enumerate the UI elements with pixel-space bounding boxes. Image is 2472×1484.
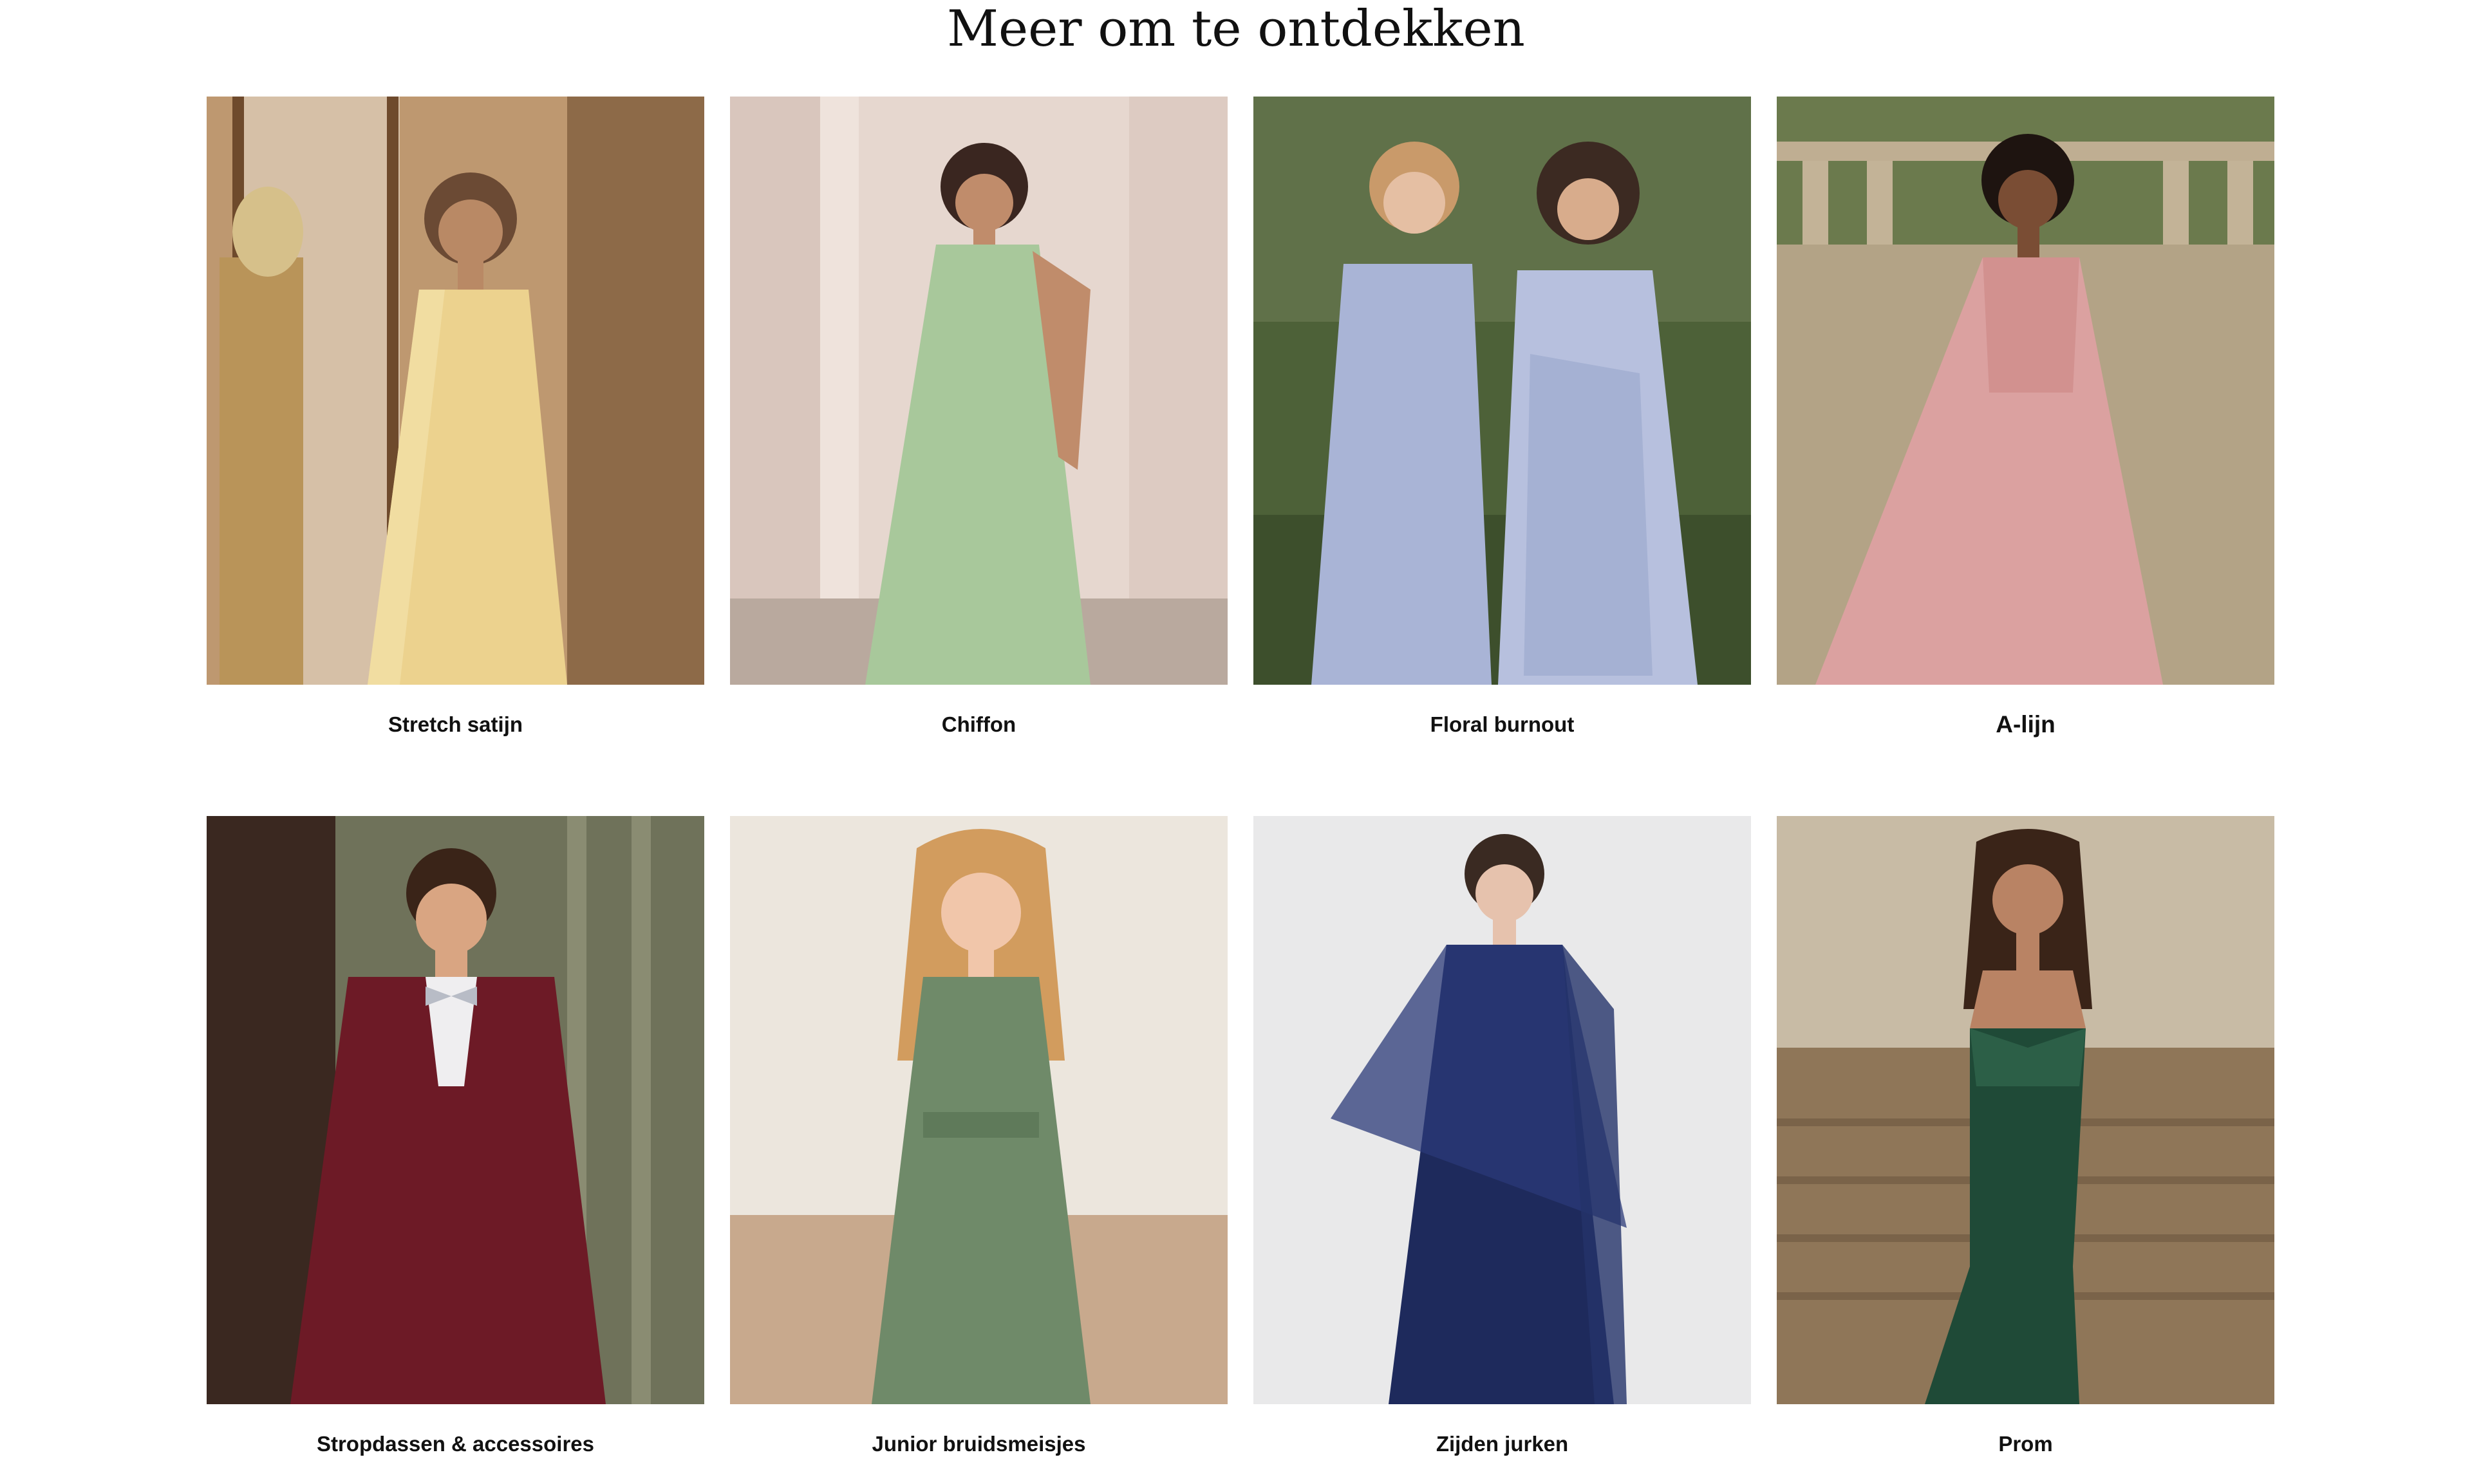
category-grid: Stretch satijn Chiffon Floral burnout A-…	[207, 97, 2274, 1484]
photo-placeholder	[730, 97, 1228, 685]
category-label[interactable]: Zijden jurken	[1253, 1404, 1751, 1484]
category-image-chiffon[interactable]	[730, 97, 1228, 685]
category-label[interactable]: Chiffon	[730, 685, 1228, 765]
category-label[interactable]: Stropdassen & accessoires	[207, 1404, 704, 1484]
category-image-floral-burnout[interactable]	[1253, 97, 1751, 685]
section-title: Meer om te ontdekken	[947, 0, 1525, 58]
category-tile-prom[interactable]: Prom	[1777, 816, 2274, 1484]
category-tile-stretch-satijn[interactable]: Stretch satijn	[207, 97, 704, 765]
photo-placeholder	[1777, 816, 2274, 1404]
photo-placeholder	[730, 816, 1228, 1404]
category-tile-zijden-jurken[interactable]: Zijden jurken	[1253, 816, 1751, 1484]
category-label[interactable]: Prom	[1777, 1404, 2274, 1484]
category-image-a-lijn[interactable]	[1777, 97, 2274, 685]
category-label[interactable]: Stretch satijn	[207, 685, 704, 765]
category-image-stropdassen-accessoires[interactable]	[207, 816, 704, 1404]
photo-placeholder	[1777, 97, 2274, 685]
category-image-stretch-satijn[interactable]	[207, 97, 704, 685]
photo-placeholder	[207, 816, 704, 1404]
category-image-junior-bruidsmeisjes[interactable]	[730, 816, 1228, 1404]
category-tile-chiffon[interactable]: Chiffon	[730, 97, 1228, 765]
category-label[interactable]: Junior bruidsmeisjes	[730, 1404, 1228, 1484]
photo-placeholder	[1253, 97, 1751, 685]
category-image-prom[interactable]	[1777, 816, 2274, 1404]
category-image-zijden-jurken[interactable]	[1253, 816, 1751, 1404]
photo-placeholder	[207, 97, 704, 685]
category-tile-stropdassen-accessoires[interactable]: Stropdassen & accessoires	[207, 816, 704, 1484]
category-tile-a-lijn[interactable]: A-lijn	[1777, 97, 2274, 765]
photo-placeholder	[1253, 816, 1751, 1404]
category-tile-junior-bruidsmeisjes[interactable]: Junior bruidsmeisjes	[730, 816, 1228, 1484]
category-tile-floral-burnout[interactable]: Floral burnout	[1253, 97, 1751, 765]
category-label[interactable]: A-lijn	[1777, 685, 2274, 765]
category-label[interactable]: Floral burnout	[1253, 685, 1751, 765]
